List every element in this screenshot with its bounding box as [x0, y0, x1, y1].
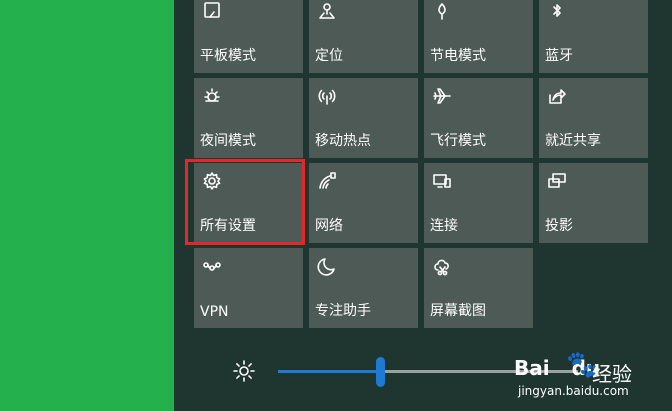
- tile-location[interactable]: 定位: [309, 0, 418, 73]
- tile-label: 投影: [545, 218, 573, 234]
- tile-label: 屏幕截图: [430, 303, 486, 319]
- watermark-zh: 经验: [592, 362, 632, 386]
- highlight-box: [185, 159, 305, 245]
- tile-focus-assist[interactable]: 专注助手: [309, 248, 418, 328]
- night-light-icon: [200, 84, 224, 108]
- tile-connect[interactable]: 连接: [424, 163, 533, 243]
- nearby-sharing-icon: [545, 84, 569, 108]
- moon-icon: [315, 254, 339, 278]
- tile-label: 定位: [315, 48, 343, 64]
- baidu-watermark: Bai du 🐾 经验 jingyan.baidu.com: [514, 350, 664, 404]
- tile-label: 节电模式: [430, 48, 486, 64]
- watermark-url: jingyan.baidu.com: [518, 384, 629, 398]
- tile-tablet-mode[interactable]: 平板模式: [194, 0, 303, 73]
- tile-airplane-mode[interactable]: 飞行模式: [424, 78, 533, 158]
- tile-vpn[interactable]: VPN: [194, 248, 303, 328]
- airplane-icon: [430, 84, 454, 108]
- tile-night-light[interactable]: 夜间模式: [194, 78, 303, 158]
- desktop-background: [0, 0, 174, 411]
- connect-icon: [430, 169, 454, 193]
- tile-mobile-hotspot[interactable]: 移动热点: [309, 78, 418, 158]
- vpn-icon: [200, 254, 224, 278]
- location-icon: [315, 0, 339, 23]
- tile-label: 飞行模式: [430, 133, 486, 149]
- mobile-hotspot-icon: [315, 84, 339, 108]
- tile-label: 蓝牙: [545, 48, 573, 64]
- tablet-mode-icon: [200, 0, 224, 23]
- brightness-thumb[interactable]: [376, 357, 385, 387]
- tile-nearby-sharing[interactable]: 就近共享: [539, 78, 648, 158]
- brightness-track-fill: [278, 370, 380, 373]
- tile-project[interactable]: 投影: [539, 163, 648, 243]
- tile-label: 专注助手: [315, 303, 371, 319]
- tile-screen-snip[interactable]: 屏幕截图: [424, 248, 533, 328]
- tile-label: 就近共享: [545, 133, 601, 149]
- project-icon: [545, 169, 569, 193]
- tile-label: VPN: [200, 304, 229, 320]
- battery-saver-icon: [430, 0, 454, 23]
- tile-label: 移动热点: [315, 133, 371, 149]
- brightness-icon: [232, 359, 256, 383]
- tile-label: 网络: [315, 218, 343, 234]
- tile-label: 夜间模式: [200, 133, 256, 149]
- tile-label: 平板模式: [200, 48, 256, 64]
- network-icon: [315, 169, 339, 193]
- tile-battery-saver[interactable]: 节电模式: [424, 0, 533, 73]
- tile-label: 连接: [430, 218, 458, 234]
- tile-bluetooth[interactable]: 蓝牙: [539, 0, 648, 73]
- bluetooth-icon: [545, 0, 569, 23]
- screen-snip-icon: [430, 254, 454, 278]
- tile-network[interactable]: 网络: [309, 163, 418, 243]
